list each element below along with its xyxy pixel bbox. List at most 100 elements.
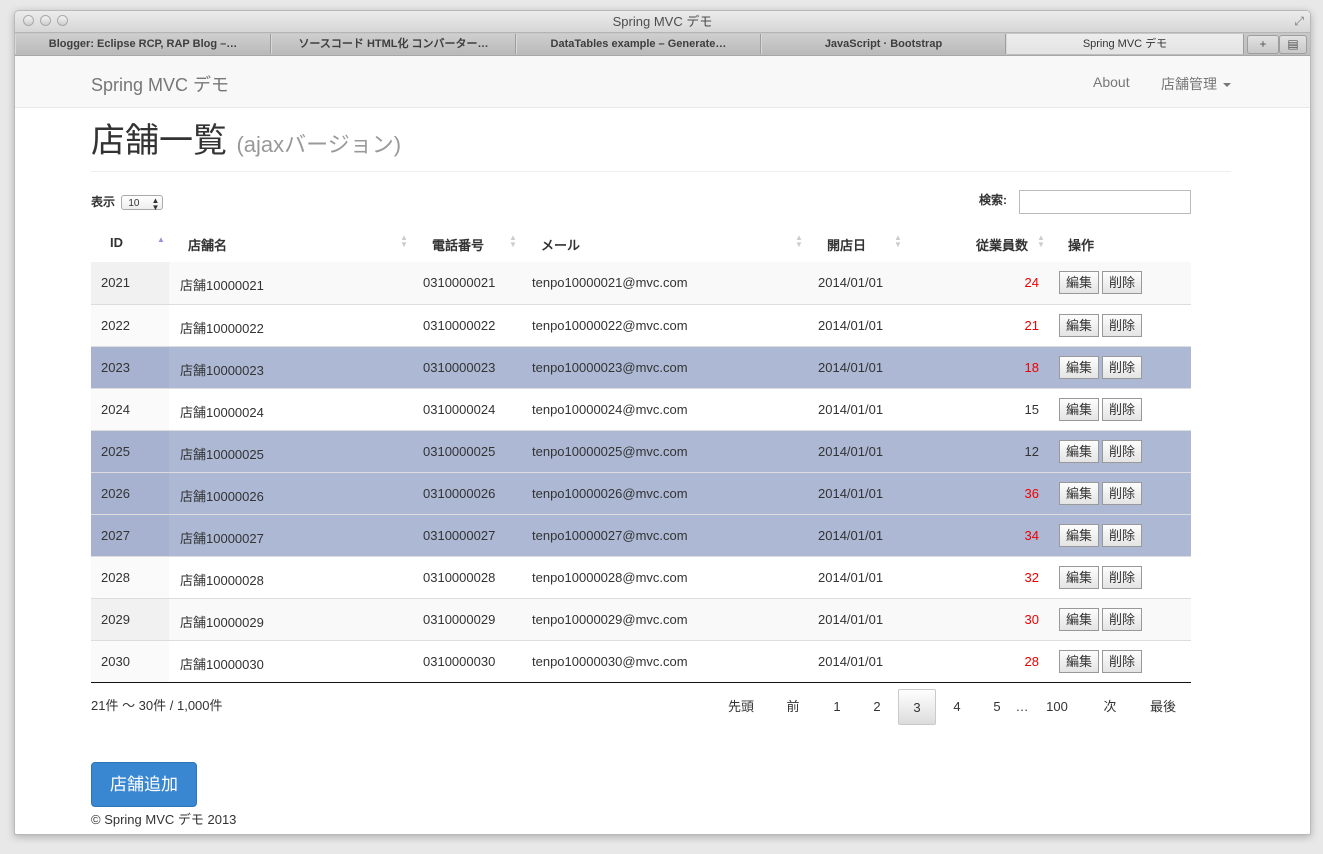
next-page-button[interactable]: 次 bbox=[1097, 689, 1123, 725]
table-row[interactable]: 2026 店舗10000026 0310000026 tenpo10000026@mv… bbox=[91, 472, 1191, 514]
page-subtitle: (ajaxバージョン) bbox=[236, 132, 402, 157]
new-tab-button[interactable]: + bbox=[1247, 35, 1279, 54]
cell-phone: 0310000024 bbox=[423, 402, 496, 417]
edit-button[interactable]: 編集 bbox=[1059, 398, 1100, 421]
delete-button[interactable]: 削除 bbox=[1102, 650, 1143, 673]
column-header-phone[interactable]: 電話番号 bbox=[432, 235, 484, 254]
last-page-button[interactable]: 最後 bbox=[1143, 689, 1183, 725]
tab-spring-mvc[interactable]: Spring MVC デモ bbox=[1006, 34, 1244, 54]
column-header-name[interactable]: 店舗名 bbox=[188, 235, 227, 254]
cell-phone: 0310000028 bbox=[423, 570, 496, 585]
page-title-text: 店舗一覧 bbox=[91, 122, 227, 160]
tab-html-converter[interactable]: ソースコード HTML化 コンバーター… bbox=[271, 34, 516, 54]
cell-phone: 0310000027 bbox=[423, 528, 496, 543]
page-5-button[interactable]: 5 bbox=[987, 689, 1007, 725]
sort-both-icon[interactable]: ▲ ▼ bbox=[1037, 234, 1045, 249]
nav-store-management-dropdown[interactable]: 店舗管理 bbox=[1161, 74, 1231, 94]
table-row[interactable]: 2023 店舗10000023 0310000023 tenpo10000023@mv… bbox=[91, 346, 1191, 388]
cell-opened: 2014/01/01 bbox=[818, 528, 884, 543]
edit-button[interactable]: 編集 bbox=[1059, 356, 1100, 379]
tab-blogger[interactable]: Blogger: Eclipse RCP, RAP Blog –… bbox=[15, 34, 271, 54]
tab-datatables[interactable]: DataTables example – Generate… bbox=[516, 34, 761, 54]
zoom-window-button[interactable] bbox=[57, 15, 68, 26]
edit-button[interactable]: 編集 bbox=[1059, 650, 1100, 673]
delete-button[interactable]: 削除 bbox=[1102, 271, 1143, 294]
page-length-control: 表示 10 ▲ ▼ bbox=[91, 193, 164, 212]
delete-button[interactable]: 削除 bbox=[1102, 524, 1143, 547]
column-header-actions: 操作 bbox=[1068, 238, 1095, 253]
cell-mail: tenpo10000024@mvc.com bbox=[532, 402, 688, 417]
table-bottom-border bbox=[91, 682, 1191, 683]
table-row[interactable]: 2029 店舗10000029 0310000029 tenpo10000029@mv… bbox=[91, 598, 1191, 640]
edit-button[interactable]: 編集 bbox=[1059, 608, 1100, 631]
edit-button[interactable]: 編集 bbox=[1059, 482, 1100, 505]
cell-id: 2027 bbox=[101, 528, 130, 543]
table-row[interactable]: 2024 店舗10000024 0310000024 tenpo10000024@mv… bbox=[91, 388, 1191, 430]
cell-opened: 2014/01/01 bbox=[818, 275, 884, 290]
minimize-window-button[interactable] bbox=[40, 15, 51, 26]
sort-both-icon[interactable]: ▲ ▼ bbox=[400, 234, 408, 249]
page-100-button[interactable]: 100 bbox=[1039, 689, 1075, 725]
cell-name: 店舗10000025 bbox=[180, 447, 264, 462]
nav-about-link[interactable]: About bbox=[1093, 74, 1130, 90]
page-length-select[interactable]: 10 ▲ ▼ bbox=[121, 195, 164, 212]
tab-overview-icon[interactable]: ▤ bbox=[1279, 35, 1307, 54]
prev-page-button[interactable]: 前 bbox=[777, 689, 809, 725]
tab-bar: Blogger: Eclipse RCP, RAP Blog –… ソースコード… bbox=[15, 33, 1310, 56]
tab-bootstrap[interactable]: JavaScript · Bootstrap bbox=[761, 34, 1006, 54]
page-length-label: 表示 bbox=[91, 195, 116, 209]
cell-id: 2022 bbox=[101, 318, 130, 333]
cell-name: 店舗10000024 bbox=[180, 405, 264, 420]
sort-both-icon[interactable]: ▲ ▼ bbox=[509, 234, 517, 249]
fullscreen-icon[interactable]: ⤢ bbox=[1294, 14, 1304, 28]
first-page-button[interactable]: 先頭 bbox=[721, 689, 761, 725]
cell-opened: 2014/01/01 bbox=[818, 654, 884, 669]
column-header-id[interactable]: ID bbox=[110, 235, 123, 250]
column-header-opened[interactable]: 開店日 bbox=[827, 235, 866, 254]
table-row[interactable]: 2028 店舗10000028 0310000028 tenpo10000028@mv… bbox=[91, 556, 1191, 598]
cell-opened: 2014/01/01 bbox=[818, 570, 884, 585]
cell-name: 店舗10000030 bbox=[180, 657, 264, 672]
search-input[interactable] bbox=[1019, 190, 1191, 214]
table-row[interactable]: 2027 店舗10000027 0310000027 tenpo10000027@mv… bbox=[91, 514, 1191, 556]
page-2-button[interactable]: 2 bbox=[867, 689, 887, 725]
page-3-button[interactable]: 3 bbox=[898, 689, 936, 725]
sort-asc-icon[interactable]: ▲ bbox=[157, 236, 165, 244]
cell-phone: 0310000026 bbox=[423, 486, 496, 501]
page-1-button[interactable]: 1 bbox=[827, 689, 847, 725]
cell-staff: 34 bbox=[1024, 528, 1039, 543]
cell-id: 2024 bbox=[101, 402, 130, 417]
edit-button[interactable]: 編集 bbox=[1059, 314, 1100, 337]
edit-button[interactable]: 編集 bbox=[1059, 566, 1100, 589]
cell-phone: 0310000022 bbox=[423, 318, 496, 333]
column-header-staff[interactable]: 従業員数 bbox=[976, 235, 1028, 254]
sort-both-icon[interactable]: ▲ ▼ bbox=[894, 234, 902, 249]
cell-phone: 0310000025 bbox=[423, 444, 496, 459]
store-menu-label: 店舗管理 bbox=[1161, 76, 1217, 92]
column-header-mail[interactable]: メール bbox=[541, 235, 580, 254]
delete-button[interactable]: 削除 bbox=[1102, 440, 1143, 463]
cell-phone: 0310000021 bbox=[423, 275, 496, 290]
delete-button[interactable]: 削除 bbox=[1102, 482, 1143, 505]
edit-button[interactable]: 編集 bbox=[1059, 440, 1100, 463]
delete-button[interactable]: 削除 bbox=[1102, 566, 1143, 589]
close-window-button[interactable] bbox=[23, 15, 34, 26]
delete-button[interactable]: 削除 bbox=[1102, 314, 1143, 337]
navbar-brand[interactable]: Spring MVC デモ bbox=[91, 71, 229, 97]
cell-mail: tenpo10000027@mvc.com bbox=[532, 528, 688, 543]
delete-button[interactable]: 削除 bbox=[1102, 398, 1143, 421]
delete-button[interactable]: 削除 bbox=[1102, 356, 1143, 379]
delete-button[interactable]: 削除 bbox=[1102, 608, 1143, 631]
add-store-button[interactable]: 店舗追加 bbox=[91, 762, 197, 807]
page-4-button[interactable]: 4 bbox=[947, 689, 967, 725]
cell-id: 2030 bbox=[101, 654, 130, 669]
table-row[interactable]: 2021 店舗10000021 0310000021 tenpo10000021@mv… bbox=[91, 262, 1191, 304]
table-row[interactable]: 2022 店舗10000022 0310000022 tenpo10000022@mv… bbox=[91, 304, 1191, 346]
cell-mail: tenpo10000025@mvc.com bbox=[532, 444, 688, 459]
page-length-value: 10 bbox=[128, 198, 140, 210]
edit-button[interactable]: 編集 bbox=[1059, 524, 1100, 547]
edit-button[interactable]: 編集 bbox=[1059, 271, 1100, 294]
table-row[interactable]: 2030 店舗10000030 0310000030 tenpo10000030@mv… bbox=[91, 640, 1191, 682]
sort-both-icon[interactable]: ▲ ▼ bbox=[795, 234, 803, 249]
table-row[interactable]: 2025 店舗10000025 0310000025 tenpo10000025@mv… bbox=[91, 430, 1191, 472]
